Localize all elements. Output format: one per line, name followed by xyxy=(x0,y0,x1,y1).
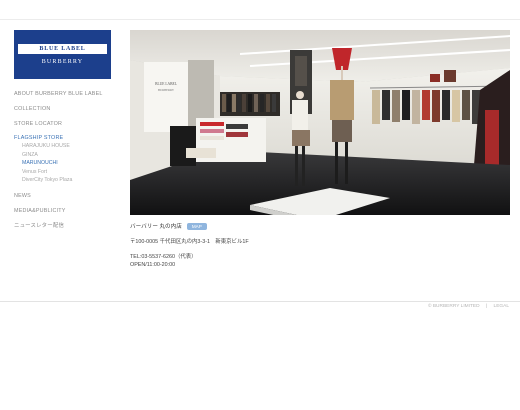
logo-line-1: BLUE LABEL xyxy=(39,46,86,52)
nav-item-news[interactable]: NEWS xyxy=(14,193,124,200)
nav-item-media-publicity[interactable]: MEDIA&PUBLICITY xyxy=(14,208,124,215)
nav-sub-divercity[interactable]: DiverCity Tokyo Plaza xyxy=(14,176,124,185)
store-address: 〒100-0005 千代田区丸の内3-3-1 新東京ビル1F xyxy=(130,239,249,245)
photo-wall-sign-line2: BURBERRY xyxy=(158,88,175,92)
store-hours: OPEN/11:00-20:00 xyxy=(130,262,176,268)
store-name: バーバリー 丸の内店 xyxy=(130,224,182,230)
map-button[interactable]: MAP xyxy=(186,223,207,231)
photo-wall-sign-line1: BLUE LABEL xyxy=(155,82,177,86)
footer-copyright: © BURBERRY LIMITED xyxy=(427,304,480,309)
nav-sub-marunouchi[interactable]: MARUNOUCHI xyxy=(14,159,124,168)
nav-item-about[interactable]: ABOUT BURBERRY BLUE LABEL xyxy=(14,91,124,98)
top-band xyxy=(0,0,520,20)
store-name-row: バーバリー 丸の内店 MAP xyxy=(130,223,500,231)
nav-item-newsletter[interactable]: ニュースレター配信 xyxy=(14,223,124,230)
side-nav: ABOUT BURBERRY BLUE LABEL COLLECTION STO… xyxy=(14,90,124,230)
store-info: バーバリー 丸の内店 MAP 〒100-0005 千代田区丸の内3-3-1 新東京… xyxy=(130,223,500,269)
footer-legal-link[interactable]: LEGAL xyxy=(494,304,509,309)
store-photo: BLUE LABEL BURBERRY xyxy=(130,30,510,215)
brand-logo[interactable]: BLUE LABEL BURBERRY xyxy=(14,30,111,79)
bottom-band xyxy=(0,302,520,410)
footer: © BURBERRY LIMITED | LEGAL xyxy=(427,304,509,309)
nav-item-flagship-store[interactable]: FLAGSHIP STORE xyxy=(14,135,124,142)
nav-item-store-locator[interactable]: STORE LOCATOR xyxy=(14,121,124,128)
main-panel: BLUE LABEL BURBERRY ABOUT BURBERRY BLUE … xyxy=(0,20,520,302)
store-interior-illustration: BLUE LABEL BURBERRY xyxy=(130,30,510,215)
nav-sub-ginza[interactable]: GINZA xyxy=(14,151,124,160)
nav-sub-venus-fort[interactable]: Venus Fort xyxy=(14,168,124,177)
nav-item-collection[interactable]: COLLECTION xyxy=(14,106,124,113)
nav-sub-harajuku[interactable]: HARAJUKU HOUSE xyxy=(14,142,124,151)
logo-line-2: BURBERRY xyxy=(41,59,84,65)
store-tel: TEL:03-5537-6260（代表） xyxy=(130,254,197,260)
